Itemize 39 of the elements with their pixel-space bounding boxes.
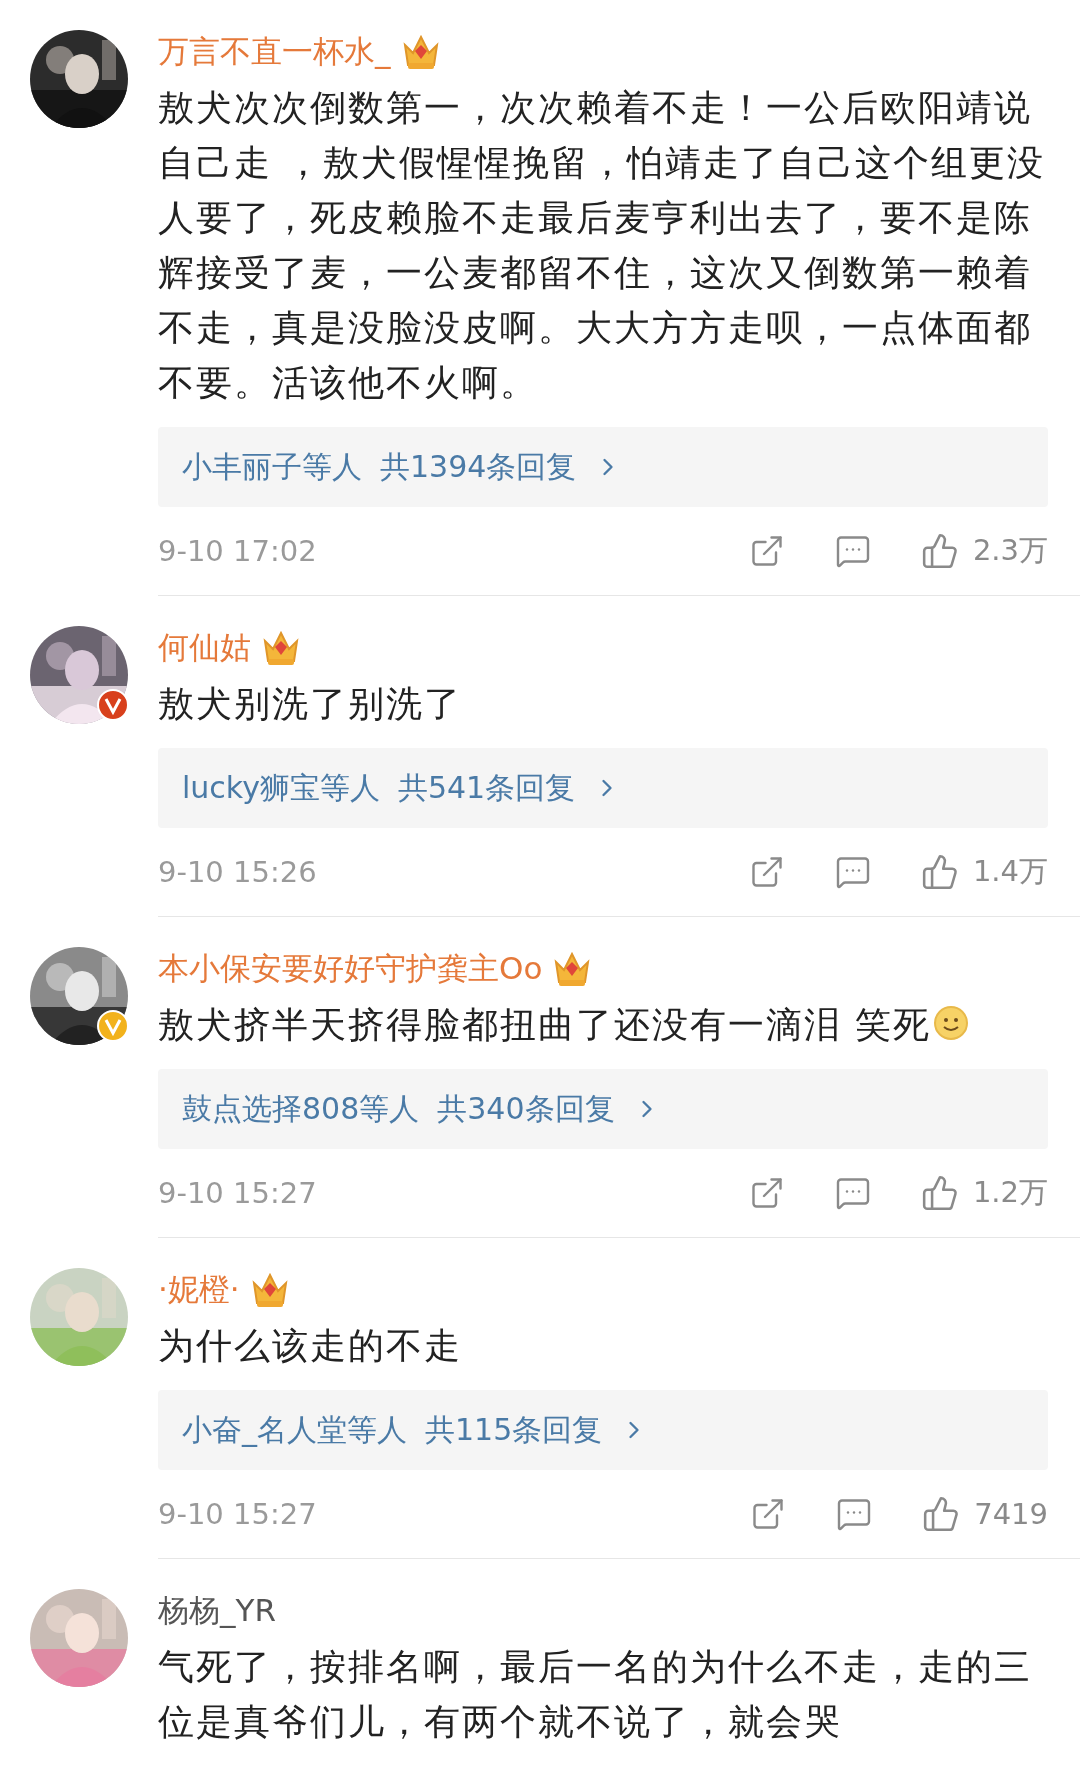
username[interactable]: 万言不直一杯水_ [158,31,391,73]
reply-users: lucky狮宝等人 [182,768,380,807]
replies-panel[interactable]: 鼓点选择808等人 共340条回复 [158,1069,1048,1149]
comment-text: 敖犬次次倒数第一，次次赖着不走！一公后欧阳靖说自己走 ，敖犬假惺惺挽留，怕靖走了自己这个组更没人要了，死皮赖脸不走最后麦亨利出去了，要不是陈辉接受了麦，一公麦都留不住，这次又倒数第一赖着不走，真是没脸没皮啊。大大方方走呗，一点体面都不要。活该他不火啊。 [158,86,1047,405]
comment-text: 为什么该走的不走 [158,1324,463,1368]
reply-count: 共340条回复 [437,1089,615,1128]
username[interactable]: 杨杨_YR [158,1590,276,1632]
reply-users: 小奋_名人堂等人 [182,1410,407,1449]
comment-text: 敖犬别洗了别洗了 [158,682,463,726]
replies-panel[interactable]: 小奋_名人堂等人 共115条回复 [158,1390,1048,1470]
like-button[interactable]: 1.2万 [920,1173,1048,1213]
reply-users: 鼓点选择808等人 [182,1089,420,1128]
timestamp: 9-10 15:26 [158,855,318,889]
thumbs-up-icon [920,532,959,570]
reply-users: 小丰丽子等人 [182,447,362,486]
reply-count: 共115条回复 [425,1410,603,1449]
reply-count: 共1394条回复 [380,447,577,486]
replies-panel[interactable]: lucky狮宝等人 共541条回复 [158,748,1048,828]
crown-icon [261,629,301,667]
like-button[interactable]: 1.4万 [920,852,1048,892]
thumbs-up-icon [922,1495,961,1533]
thumbs-up-icon [920,1174,959,1212]
comment-button[interactable] [836,1496,873,1532]
comment-button[interactable] [834,533,871,569]
username[interactable]: 何仙姑 [158,627,251,669]
timestamp: 9-10 15:27 [158,1176,318,1210]
username[interactable]: ·妮橙· [158,1269,240,1311]
username[interactable]: 本小保安要好好守护龚主Oo [158,948,543,990]
timestamp: 9-10 17:02 [158,534,318,568]
comment-text: 气死了，按排名啊，最后一名的为什么不走，走的三位是真爷们儿，有两个就不说了，就会哭 [158,1645,1033,1744]
like-button[interactable]: 2.3万 [920,531,1048,571]
comment-button[interactable] [834,854,871,890]
thumbs-up-icon [920,853,959,891]
timestamp: 9-10 15:27 [158,1497,318,1531]
comment-text: 敖犬挤半天挤得脸都扭曲了还没有一滴泪 笑死 [158,997,1048,1052]
reply-count: 共541条回复 [397,768,576,807]
like-button[interactable]: 7419 [922,1495,1048,1533]
replies-panel[interactable]: 小丰丽子等人 共1394条回复 [158,427,1048,507]
comment-button[interactable] [834,1175,871,1211]
